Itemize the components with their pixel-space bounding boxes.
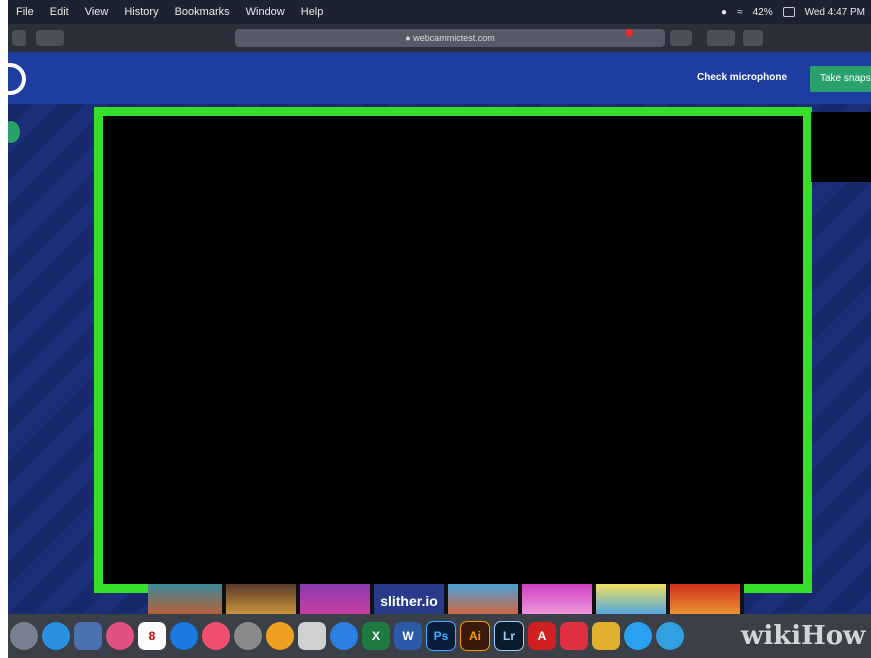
photoshop-icon[interactable]: Ps xyxy=(426,621,456,651)
menu-edit[interactable]: Edit xyxy=(42,6,77,18)
battery-percent: 42% xyxy=(752,6,773,18)
menu-history[interactable]: History xyxy=(116,6,166,18)
battery-icon[interactable] xyxy=(782,7,795,17)
site-logo-icon[interactable] xyxy=(8,63,26,95)
excel-icon[interactable]: X xyxy=(362,622,390,650)
ad-game-thumbnail[interactable] xyxy=(148,584,222,618)
app-icon[interactable] xyxy=(330,622,358,650)
calendar-icon[interactable]: 8 xyxy=(138,622,166,650)
lightroom-icon[interactable]: Lr xyxy=(494,621,524,651)
back-forward-icon[interactable] xyxy=(12,30,26,46)
music-icon[interactable] xyxy=(202,622,230,650)
webcam-preview xyxy=(94,107,812,593)
menu-view[interactable]: View xyxy=(77,6,117,18)
ad-game-thumbnail[interactable] xyxy=(522,584,592,618)
system-preferences-icon[interactable] xyxy=(234,622,262,650)
check-microphone-link[interactable]: Check microphone xyxy=(697,72,787,83)
menu-bar: File Edit View History Bookmarks Window … xyxy=(8,0,871,24)
lock-icon: ● xyxy=(405,33,414,43)
illustrator-icon[interactable]: Ai xyxy=(460,621,490,651)
twitter-icon[interactable] xyxy=(624,622,652,650)
chrome-icon[interactable] xyxy=(266,622,294,650)
photos-icon[interactable] xyxy=(106,622,134,650)
address-bar[interactable]: ● webcammictest.com xyxy=(235,29,665,47)
ad-game-thumbnail[interactable] xyxy=(448,584,518,618)
wikihow-watermark: wikiHow xyxy=(741,621,866,651)
image-capture-icon[interactable] xyxy=(298,622,326,650)
app-store-icon[interactable] xyxy=(170,622,198,650)
mail-icon[interactable] xyxy=(743,30,763,46)
folder-icon[interactable] xyxy=(592,622,620,650)
ad-slither[interactable]: slither.io xyxy=(374,584,444,618)
menu-bookmarks[interactable]: Bookmarks xyxy=(167,6,238,18)
acrobat-icon[interactable]: A xyxy=(528,622,556,650)
telegram-icon[interactable] xyxy=(656,622,684,650)
side-panel xyxy=(811,112,871,182)
ad-game-thumbnail[interactable] xyxy=(226,584,296,618)
clock[interactable]: Wed 4:47 PM xyxy=(805,7,865,18)
ad-game-thumbnail[interactable] xyxy=(596,584,666,618)
safari-icon[interactable] xyxy=(42,622,70,650)
site-header: Check microphone Take snapshot xyxy=(8,52,871,104)
menu-help[interactable]: Help xyxy=(293,6,332,18)
siri-icon[interactable] xyxy=(10,622,38,650)
menu-file[interactable]: File xyxy=(8,6,42,18)
ad-slither-label: slither.io xyxy=(380,593,438,609)
sketch-icon[interactable] xyxy=(560,622,588,650)
status-area: ● ≈ 42% Wed 4:47 PM xyxy=(721,0,865,24)
tab-overview-icon[interactable] xyxy=(670,30,692,46)
menu-window[interactable]: Window xyxy=(238,6,293,18)
wifi-icon[interactable]: ≈ xyxy=(737,7,743,18)
take-snapshot-button[interactable]: Take snapshot xyxy=(810,66,871,92)
camera-icon[interactable]: ● xyxy=(721,7,727,18)
ad-banner[interactable]: slither.io xyxy=(148,584,744,618)
recording-indicator-icon xyxy=(625,29,633,37)
ad-game-thumbnail[interactable] xyxy=(300,584,370,618)
share-icon[interactable] xyxy=(707,30,735,46)
ad-game-thumbnail[interactable] xyxy=(670,584,740,618)
word-icon[interactable]: W xyxy=(394,622,422,650)
screen: File Edit View History Bookmarks Window … xyxy=(8,0,871,658)
sidebar-toggle-icon[interactable] xyxy=(36,30,64,46)
browser-toolbar: ● webcammictest.com xyxy=(8,24,871,52)
url-text: webcammictest.com xyxy=(413,33,495,43)
preview-icon[interactable] xyxy=(74,622,102,650)
